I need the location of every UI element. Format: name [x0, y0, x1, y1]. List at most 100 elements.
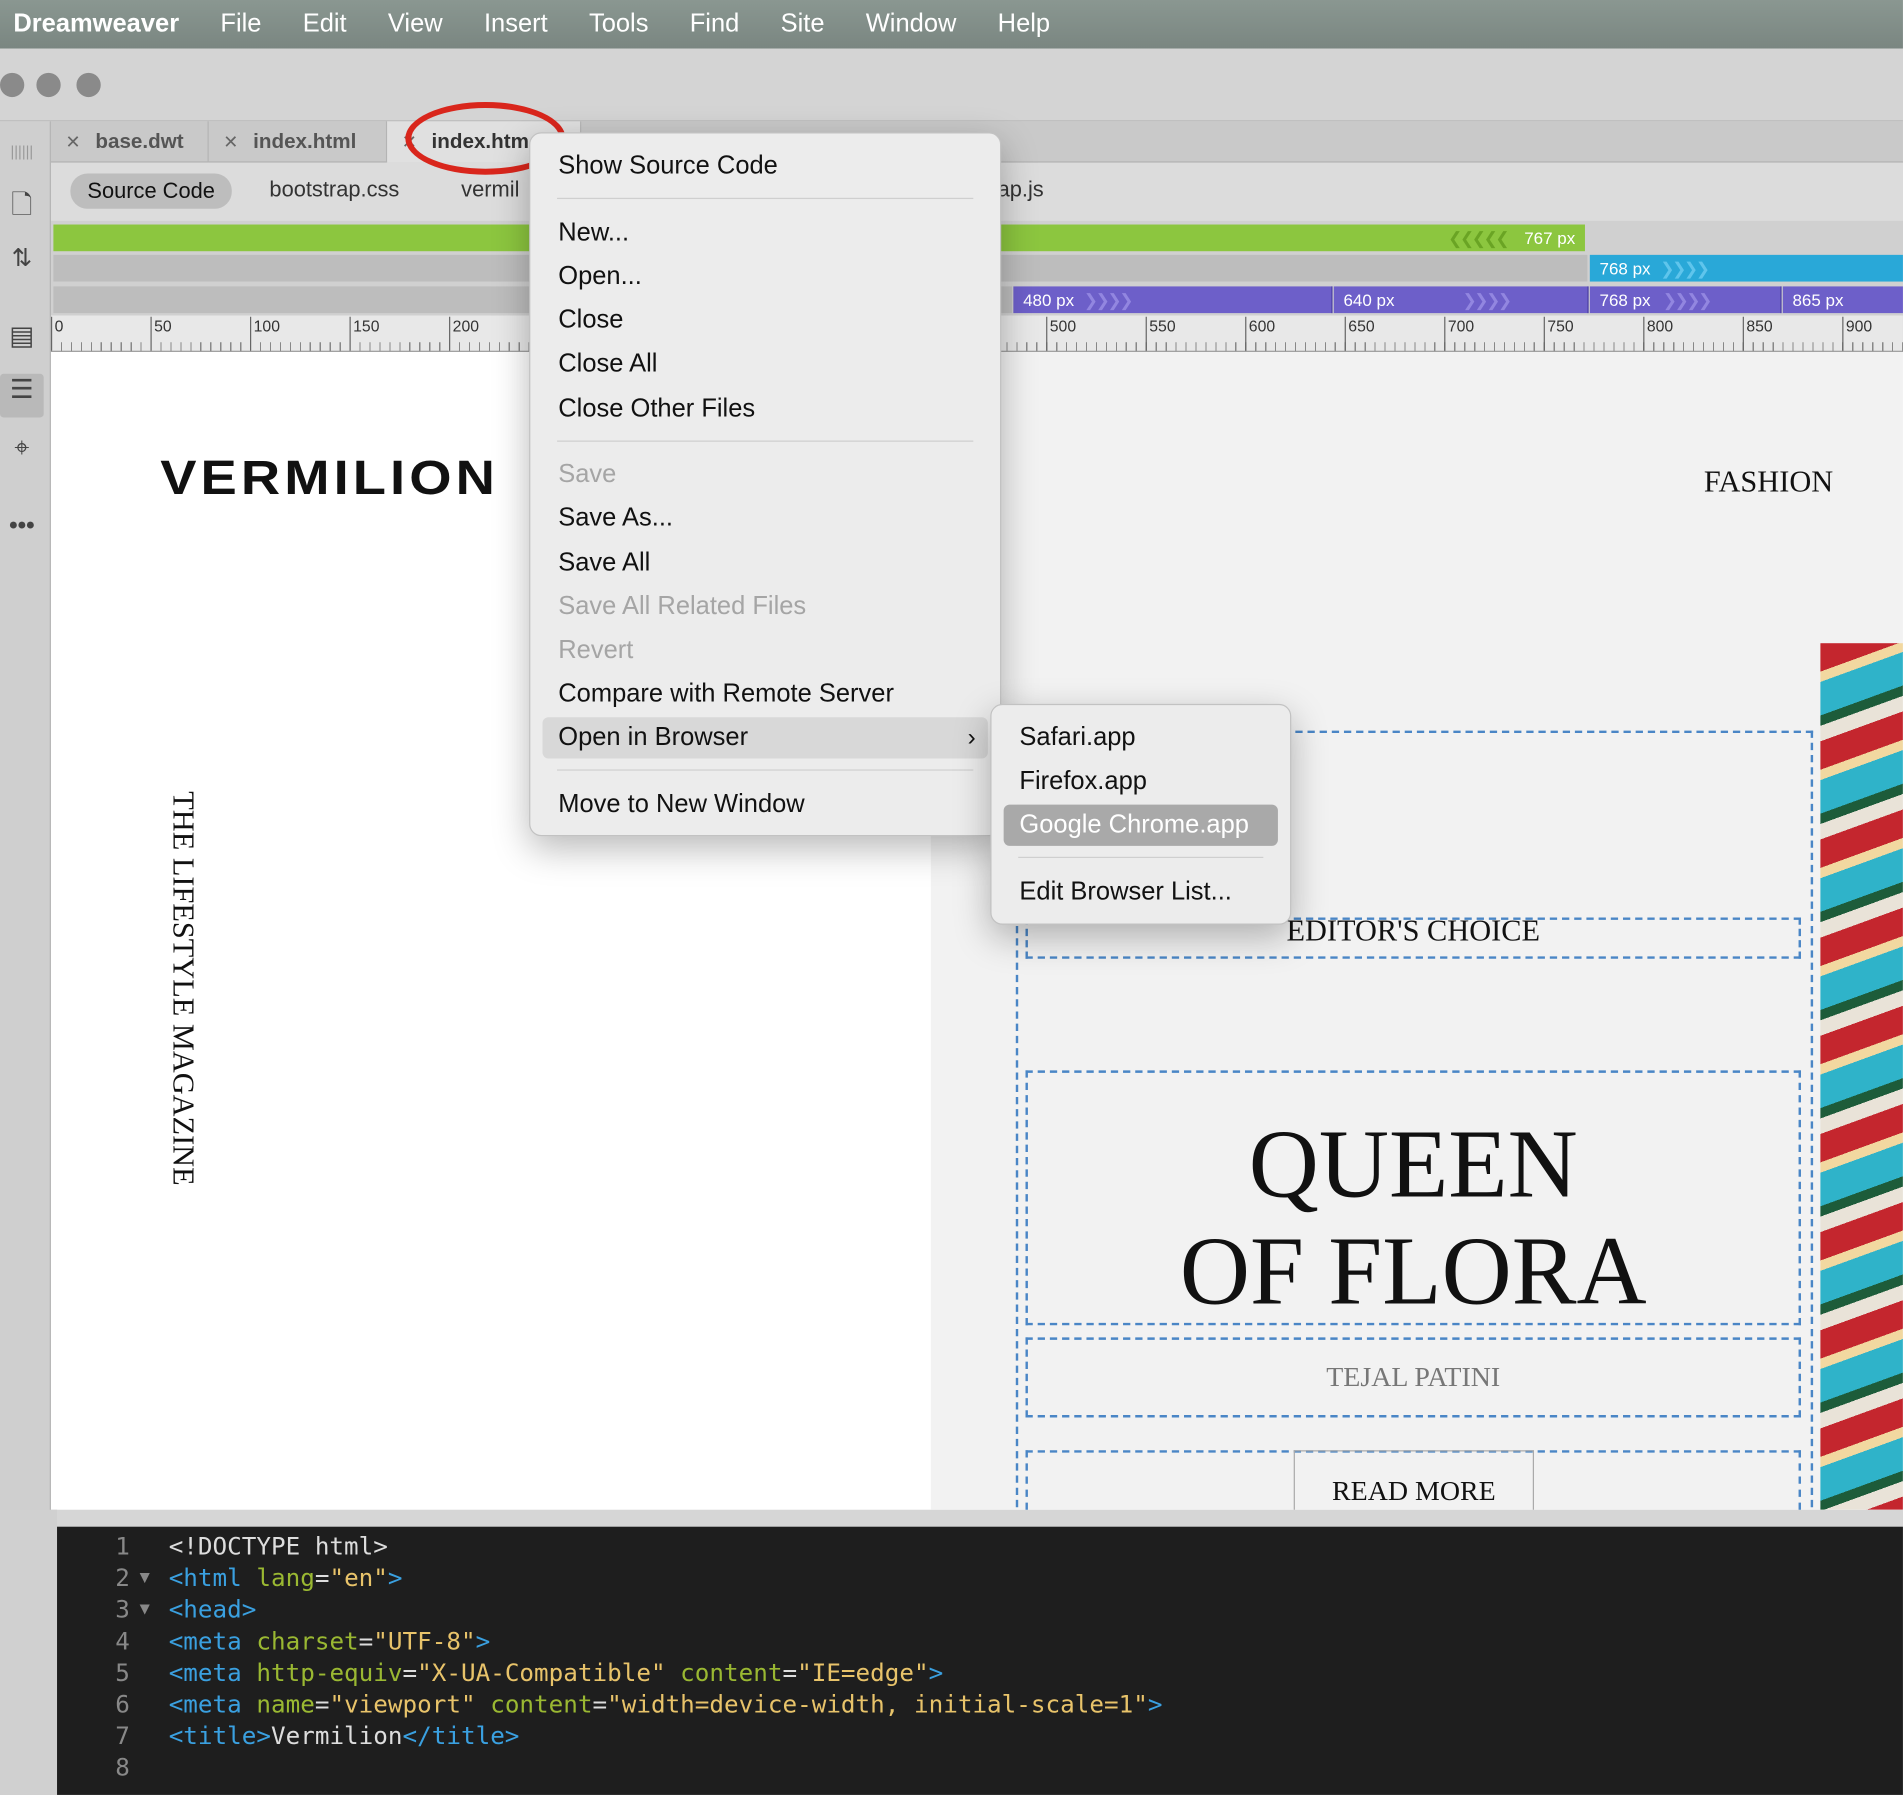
menu-site[interactable]: Site [760, 10, 845, 39]
read-more-button[interactable]: READ MORE [1293, 1450, 1534, 1510]
menu-edit[interactable]: Edit [282, 10, 367, 39]
ruler-label: 650 [1344, 316, 1375, 351]
media-query-bar-480[interactable]: 480 px ❯❯❯❯ [1013, 286, 1333, 314]
menu-item-open-in-browser[interactable]: Open in Browser › [542, 717, 988, 759]
headline-box: QUEEN OF FLORA [1025, 1070, 1801, 1326]
submenu-item-firefox[interactable]: Firefox.app [1004, 761, 1278, 802]
menu-insert[interactable]: Insert [463, 10, 568, 39]
ruler-label: 700 [1444, 316, 1474, 351]
site-logo[interactable]: VERMILION [160, 451, 499, 506]
close-tab-icon[interactable]: ✕ [66, 131, 81, 153]
menu-separator [557, 440, 974, 442]
tab-index-html[interactable]: ✕ index.html [209, 121, 388, 163]
zoom-window-button[interactable] [76, 72, 101, 98]
target-icon[interactable]: ⌖ [0, 432, 44, 464]
menu-item-label: Open in Browser [558, 723, 749, 752]
submenu-item-edit-browser-list[interactable]: Edit Browser List... [1004, 871, 1278, 912]
menu-item-save-as[interactable]: Save As... [542, 498, 987, 539]
menu-item-compare-remote[interactable]: Compare with Remote Server [542, 674, 987, 715]
code-line: <!DOCTYPE html> [168, 1531, 388, 1561]
menu-item-open[interactable]: Open... [542, 256, 987, 297]
live-view-icon[interactable]: ▤ [0, 320, 44, 352]
menu-item-new[interactable]: New... [542, 212, 987, 253]
author-name: TEJAL PATINI [1326, 1361, 1501, 1392]
ruler-label: 50 [150, 316, 172, 351]
related-file-vermilion[interactable]: vermil [461, 177, 519, 202]
close-window-button[interactable] [0, 72, 25, 98]
grip-icon: |||||| [10, 143, 34, 161]
menu-window[interactable]: Window [845, 10, 977, 39]
submenu-item-safari[interactable]: Safari.app [1004, 717, 1278, 758]
hero-image [1820, 643, 1903, 1510]
line-number: 4 [115, 1626, 130, 1656]
media-query-bar-min-768[interactable]: 768 px ❯❯❯❯ [1589, 254, 1903, 282]
menu-item-revert: Revert [558, 635, 634, 664]
menu-item-show-source-code[interactable]: Show Source Code [542, 146, 987, 187]
file-icon[interactable]: 🗋 [0, 184, 44, 230]
ruler-label: 550 [1145, 316, 1176, 351]
menu-file[interactable]: File [200, 10, 282, 39]
ruler-label: 600 [1245, 316, 1275, 351]
menu-separator [1018, 856, 1264, 859]
more-icon[interactable]: ••• [0, 512, 44, 540]
line-number: 1 [115, 1531, 130, 1561]
media-query-bar-768[interactable]: 768 px ❯❯❯❯ [1589, 286, 1782, 314]
app-menu[interactable]: Dreamweaver [0, 10, 200, 39]
code-line: <html lang="en"> [168, 1563, 403, 1593]
ruler-label: 750 [1543, 316, 1574, 351]
related-file-js[interactable]: ap.js [998, 177, 1044, 202]
tab-base-dwt[interactable]: ✕ base.dwt [51, 121, 209, 163]
media-query-bar-640[interactable]: 640 px ❯❯❯❯ [1333, 286, 1589, 314]
menu-item-move-to-new-window[interactable]: Move to New Window [542, 784, 987, 825]
menu-view[interactable]: View [367, 10, 463, 39]
submenu-item-google-chrome[interactable]: Google Chrome.app [1003, 804, 1278, 846]
line-number: 6 [115, 1689, 130, 1719]
menu-item-save-all[interactable]: Save All [542, 542, 987, 583]
ruler-label: 800 [1643, 316, 1673, 351]
menu-separator [557, 769, 974, 771]
code-line: <title>Vermilion</title> [168, 1720, 520, 1751]
ruler-label: 850 [1742, 316, 1773, 351]
transfer-icon[interactable]: ⇅ [0, 243, 44, 273]
close-tab-icon[interactable]: ✕ [223, 131, 238, 153]
vertical-tagline: THE LIFESTYLE MAGAZINE [166, 791, 200, 1186]
headline-line-1: QUEEN [1248, 1111, 1578, 1219]
mq-label: 480 px [1023, 290, 1075, 310]
window-titlebar [0, 48, 1903, 122]
code-line: <meta charset="UTF-8"> [168, 1626, 491, 1656]
menu-find[interactable]: Find [669, 10, 760, 39]
line-number: 8 [115, 1752, 130, 1782]
related-file-bootstrap-css[interactable]: bootstrap.css [269, 177, 399, 202]
mq-label: 768 px [1599, 258, 1651, 278]
chevrons-icon: ❯❯❯❯ [1462, 289, 1512, 309]
ruler-label: 200 [449, 316, 479, 351]
code-panel-edge [0, 1509, 58, 1795]
menu-item-close-other-files[interactable]: Close Other Files [542, 388, 987, 429]
menu-bar: Dreamweaver File Edit View Insert Tools … [0, 0, 1903, 49]
ruler-label: 0 [50, 316, 63, 351]
code-format-icon[interactable]: ☰ [0, 373, 44, 418]
code-view[interactable]: 1 <!DOCTYPE html> 2 ▼ <html lang="en"> 3 ▼ <h… [57, 1526, 1903, 1795]
code-line: <meta name="viewport" content="width=dev… [168, 1689, 1163, 1719]
mq-label: 767 px [1524, 228, 1576, 248]
fold-arrow-icon[interactable]: ▼ [140, 1600, 150, 1619]
ruler-label: 150 [349, 316, 379, 351]
open-in-browser-submenu: Safari.app Firefox.app Google Chrome.app… [990, 703, 1292, 925]
minimize-window-button[interactable] [36, 72, 61, 98]
menu-help[interactable]: Help [977, 10, 1071, 39]
menu-tools[interactable]: Tools [568, 10, 669, 39]
mq-label: 768 px [1599, 290, 1651, 310]
chevrons-icon: ❮❮❮❮❮ [1448, 227, 1509, 247]
menu-item-close-all[interactable]: Close All [542, 343, 987, 384]
related-file-source-code[interactable]: Source Code [70, 173, 232, 209]
line-number: 5 [115, 1657, 130, 1687]
author-box: TEJAL PATINI [1025, 1337, 1801, 1418]
media-query-bar-865[interactable]: 865 px [1782, 286, 1903, 314]
fold-arrow-icon[interactable]: ▼ [140, 1568, 150, 1587]
ruler-label: 900 [1842, 316, 1872, 351]
menu-separator [557, 197, 974, 200]
nav-fashion-link[interactable]: FASHION [1704, 466, 1833, 500]
chevron-right-icon: › [967, 723, 976, 751]
line-number: 3 [115, 1594, 130, 1624]
menu-item-close[interactable]: Close [542, 300, 987, 341]
